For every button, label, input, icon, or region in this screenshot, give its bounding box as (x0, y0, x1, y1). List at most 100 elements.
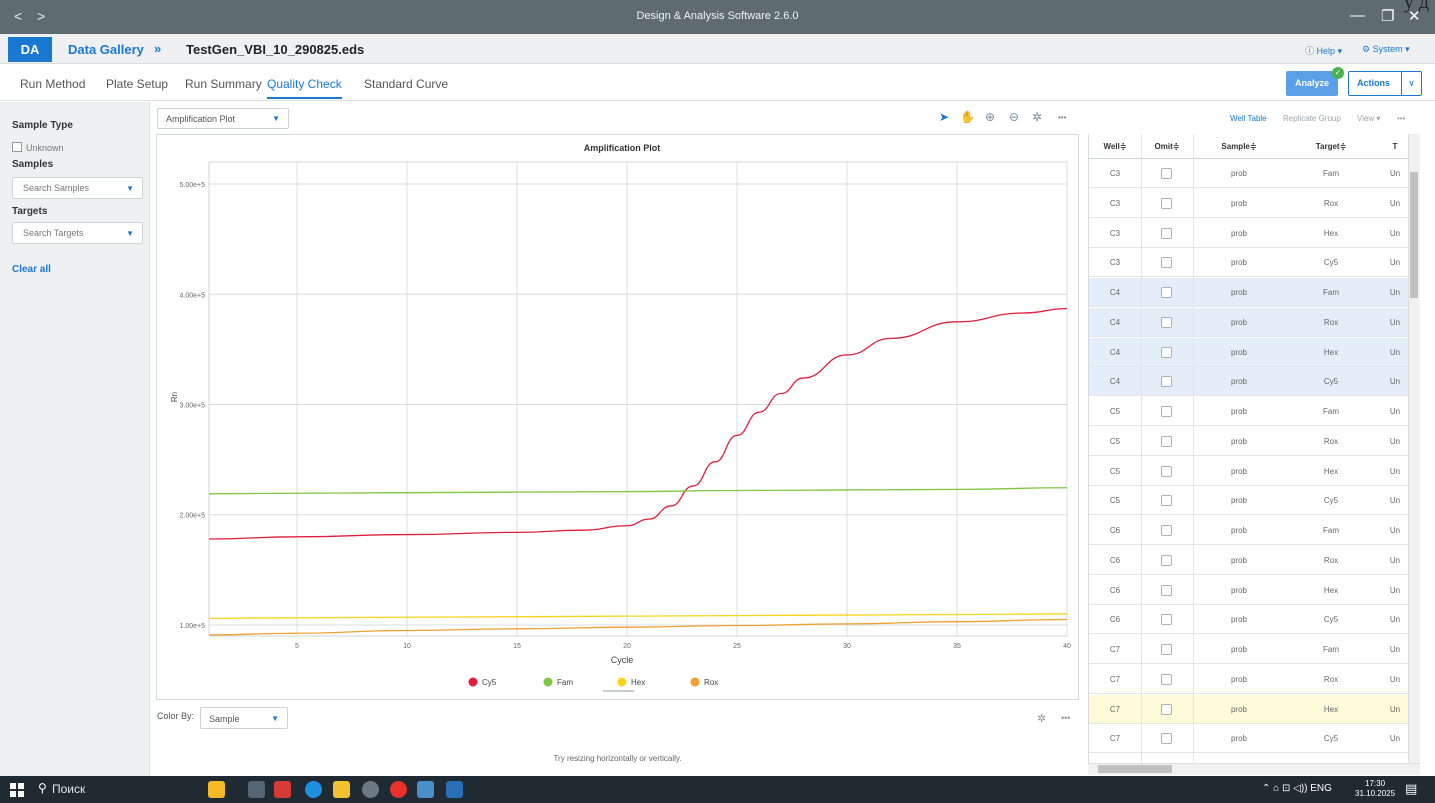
color-by-dropdown[interactable]: Sample ▼ (200, 707, 288, 729)
actions-button[interactable]: Actions ∨ (1348, 71, 1422, 96)
color-by-value: Sample (209, 714, 240, 724)
more-icon[interactable]: ••• (1397, 114, 1405, 123)
omit-checkbox[interactable] (1161, 733, 1172, 745)
system-menu[interactable]: ⚙ System ▾ (1362, 44, 1410, 55)
well-table: Well≑ Omit≑ Sample≑ Target≑ T C3 prob Fam U… (1088, 134, 1420, 763)
omit-checkbox[interactable] (1161, 287, 1172, 298)
tab-quality-check[interactable]: Quality Check (267, 77, 342, 99)
tab-run-method[interactable]: Run Method (20, 77, 85, 91)
minimize-button[interactable]: — (1350, 7, 1365, 24)
omit-checkbox[interactable] (1161, 465, 1172, 477)
yandex-browser-icon[interactable] (362, 781, 379, 798)
omit-checkbox[interactable] (1161, 197, 1172, 209)
column-header-well[interactable]: Well≑ (1089, 142, 1141, 151)
sparkle-app-icon[interactable] (208, 781, 225, 798)
tab-run-summary[interactable]: Run Summary (185, 77, 262, 91)
column-header-sample[interactable]: Sample≑ (1193, 142, 1285, 151)
table-row[interactable]: C5 prob Hex Un (1089, 457, 1420, 486)
table-row[interactable]: C7 prob Hex Un (1089, 694, 1420, 724)
omit-checkbox[interactable] (1161, 495, 1172, 507)
data-gallery-link[interactable]: Data Gallery (68, 42, 144, 57)
table-row[interactable]: C4 prob Fam Un (1089, 278, 1420, 307)
search-targets-dropdown[interactable]: Search Targets ▼ (12, 222, 143, 244)
analysis-app-icon[interactable] (446, 781, 463, 798)
omit-checkbox[interactable] (1161, 257, 1172, 269)
file-explorer-icon[interactable] (333, 781, 350, 798)
omit-checkbox[interactable] (1161, 525, 1172, 536)
omit-checkbox[interactable] (1161, 703, 1172, 715)
sample-cell: prob (1230, 734, 1247, 744)
column-header-target[interactable]: Target≑ (1285, 142, 1377, 151)
pointer-icon[interactable]: ➤ (939, 110, 949, 124)
tab-standard-curve[interactable]: Standard Curve (364, 77, 448, 91)
table-row[interactable]: C3 prob Rox Un (1089, 189, 1420, 218)
table-row[interactable]: C4 prob Hex Un (1089, 337, 1420, 367)
table-row[interactable]: C3 prob Cy5 Un (1089, 248, 1420, 278)
table-row[interactable]: C5 prob Cy5 Un (1089, 486, 1420, 516)
well-table-link[interactable]: Well Table (1230, 114, 1267, 123)
omit-checkbox[interactable] (1161, 644, 1172, 655)
table-row[interactable]: C6 prob Cy5 Un (1089, 605, 1420, 635)
task-view-icon[interactable] (248, 781, 265, 798)
omit-checkbox[interactable] (1161, 435, 1172, 447)
omit-checkbox[interactable] (1161, 614, 1172, 626)
gear-icon[interactable]: ✲ (1037, 712, 1046, 725)
omit-checkbox[interactable] (1161, 346, 1172, 358)
checkbox-box[interactable] (12, 142, 22, 152)
table-row[interactable]: C7 prob Rox Un (1089, 665, 1420, 694)
taskbar-search[interactable]: Поиск (52, 782, 85, 796)
amplification-chart[interactable]: Amplification Plot 5 10 15 20 25 30 35 40 1.00e+5… (157, 135, 1078, 699)
search-icon[interactable]: ⚲ (38, 781, 47, 795)
pan-icon[interactable]: ✋ (960, 110, 975, 124)
clock[interactable]: 17:30 31.10.2025 (1355, 779, 1395, 799)
omit-checkbox[interactable] (1161, 376, 1172, 388)
omit-checkbox[interactable] (1161, 406, 1172, 417)
scrollbar-thumb[interactable] (1098, 765, 1172, 773)
zoom-in-icon[interactable]: ⊕ (985, 110, 995, 124)
search-samples-dropdown[interactable]: Search Samples ▼ (12, 177, 143, 199)
app-logo[interactable]: DA (8, 37, 52, 62)
help-menu[interactable]: ⓘ Help ▾ (1305, 44, 1342, 57)
chevron-down-icon[interactable]: ∨ (1401, 72, 1421, 95)
maximize-button[interactable]: ❐ (1381, 7, 1394, 25)
scrollbar-thumb[interactable] (1410, 172, 1418, 298)
omit-checkbox[interactable] (1161, 227, 1172, 239)
table-row[interactable]: C6 prob Hex Un (1089, 576, 1420, 605)
omit-checkbox[interactable] (1161, 168, 1172, 179)
edge-browser-icon[interactable] (305, 781, 322, 798)
table-row[interactable]: C7 prob Fam Un (1089, 635, 1420, 664)
zoom-out-icon[interactable]: ⊖ (1009, 110, 1019, 124)
table-row[interactable]: C5 prob Rox Un (1089, 427, 1420, 456)
omit-checkbox[interactable] (1161, 316, 1172, 328)
analyze-button[interactable]: Analyze (1286, 71, 1338, 96)
table-row[interactable]: C6 prob Rox Un (1089, 546, 1420, 575)
omit-checkbox[interactable] (1161, 673, 1172, 685)
table-row[interactable]: C3 prob Fam Un (1089, 159, 1420, 188)
table-row[interactable]: C3 prob Hex Un (1089, 219, 1420, 248)
table-row[interactable]: C4 prob Rox Un (1089, 307, 1420, 337)
omit-checkbox[interactable] (1161, 554, 1172, 566)
well-cell: C7 (1109, 734, 1121, 744)
table-row[interactable]: C6 prob Fam Un (1089, 516, 1420, 545)
notification-icon[interactable]: ▤ (1405, 781, 1417, 797)
table-row[interactable]: C5 prob Fam Un (1089, 397, 1420, 426)
app-icon[interactable] (417, 781, 434, 798)
windows-start-icon[interactable] (10, 783, 24, 797)
unknown-checkbox[interactable]: Unknown (12, 142, 64, 153)
more-icon[interactable]: ••• (1061, 713, 1070, 723)
yandex-app-icon[interactable] (390, 781, 407, 798)
omit-checkbox[interactable] (1161, 584, 1172, 596)
table-row[interactable]: C7 prob Cy5 Un (1089, 724, 1420, 754)
column-header-omit[interactable]: Omit≑ (1141, 142, 1193, 151)
system-tray[interactable]: ⌃ ⌂ ⊡ ◁)) ENG (1262, 783, 1332, 794)
more-icon[interactable]: ••• (1058, 113, 1066, 122)
target-cell: Fam (1323, 288, 1339, 297)
plot-type-dropdown[interactable]: Amplification Plot ▼ (157, 108, 289, 129)
tab-plate-setup[interactable]: Plate Setup (106, 77, 168, 91)
table-row[interactable]: C4 prob Cy5 Un (1089, 367, 1420, 397)
gear-icon[interactable]: ✲ (1032, 110, 1042, 124)
view-menu[interactable]: View ▾ (1357, 114, 1380, 123)
replicate-group-link[interactable]: Replicate Group (1283, 114, 1341, 123)
clear-all-link[interactable]: Clear all (12, 264, 51, 275)
office-app-icon[interactable] (274, 781, 291, 798)
